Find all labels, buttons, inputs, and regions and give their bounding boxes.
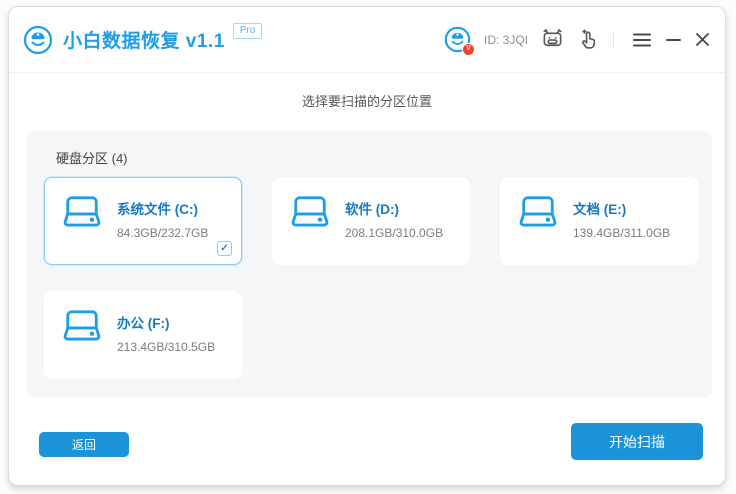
panel-title: 硬盘分区 (4) [56,148,128,167]
partition-grid: 系统文件 (C:) 84.3GB/232.7GB ✓ 软件 (D:) 208.1… [44,177,698,379]
step-title: 选择要扫描的分区位置 [9,91,725,110]
robot-service-icon[interactable] [541,28,564,51]
partition-size: 139.4GB/311.0GB [573,226,670,240]
menu-icon[interactable] [633,33,651,47]
partitions-panel: 硬盘分区 (4) 系统文件 (C:) 84.3GB/232.7GB ✓ [26,131,712,398]
titlebar: 小白数据恢复 v1.1 Pro V ID: 3JQI [9,7,725,73]
partition-name: 办公 (F:) [117,312,215,332]
start-scan-button[interactable]: 开始扫描 [571,423,703,460]
drive-icon [289,195,331,233]
close-icon[interactable] [696,33,709,46]
back-button[interactable]: 返回 [39,432,129,457]
user-avatar[interactable]: V [444,26,471,53]
partition-size: 208.1GB/310.0GB [345,226,443,240]
partition-size: 84.3GB/232.7GB [117,226,208,240]
pro-badge: Pro [233,23,263,39]
app-title: 小白数据恢复 v1.1 [63,26,225,53]
divider [613,32,614,47]
vip-badge: V [462,43,475,56]
minimize-icon[interactable] [666,38,681,42]
app-window: 小白数据恢复 v1.1 Pro V ID: 3JQI [8,6,726,486]
drive-icon [61,309,103,347]
app-logo-icon [23,25,53,55]
partition-name: 文档 (E:) [573,198,670,218]
partition-card-d[interactable]: 软件 (D:) 208.1GB/310.0GB [272,177,470,265]
drive-icon [517,195,559,233]
user-id: ID: 3JQI [484,33,528,47]
partition-card-f[interactable]: 办公 (F:) 213.4GB/310.5GB [44,291,242,379]
pointer-hand-icon[interactable] [577,28,598,51]
partition-checkbox[interactable]: ✓ [217,241,232,256]
partition-card-e[interactable]: 文档 (E:) 139.4GB/311.0GB [500,177,698,265]
partition-card-c[interactable]: 系统文件 (C:) 84.3GB/232.7GB ✓ [44,177,242,265]
drive-icon [61,195,103,233]
partition-size: 213.4GB/310.5GB [117,340,215,354]
partition-name: 系统文件 (C:) [117,198,208,218]
partition-name: 软件 (D:) [345,198,443,218]
